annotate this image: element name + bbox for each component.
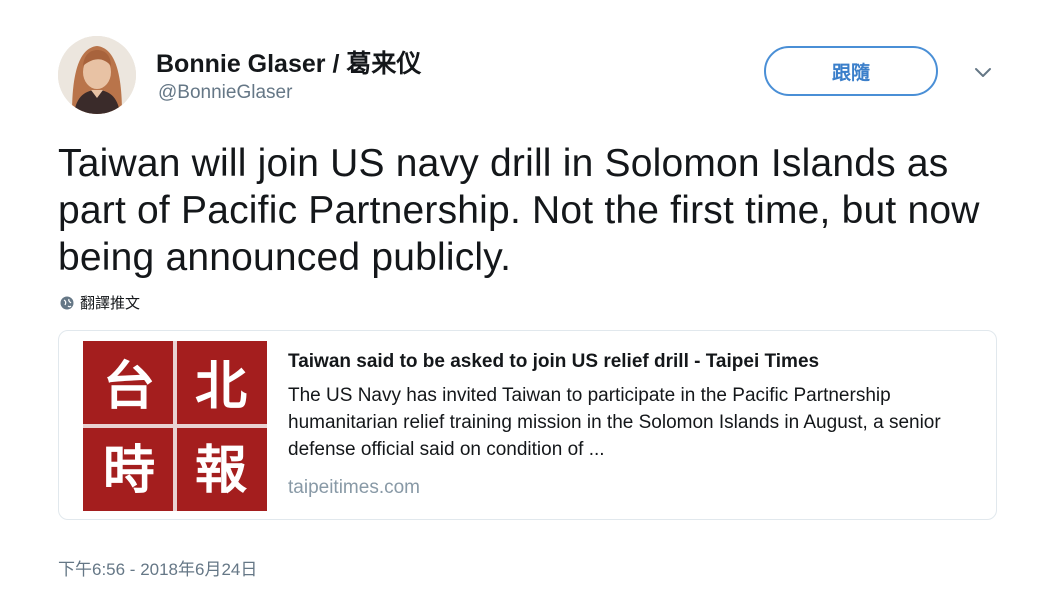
- avatar-portrait: [58, 36, 136, 114]
- user-handle[interactable]: @BonnieGlaser: [158, 82, 292, 104]
- follow-button[interactable]: 跟隨: [764, 46, 938, 96]
- link-preview-card[interactable]: 台 北 時 報 Taiwan said to be asked to join …: [58, 330, 997, 520]
- timestamp[interactable]: 下午6:56 - 2018年6月24日: [58, 555, 257, 580]
- card-char-3: 時: [103, 441, 155, 501]
- avatar[interactable]: [58, 36, 136, 114]
- card-description: The US Navy has invited Taiwan to partic…: [288, 385, 941, 460]
- globe-icon: [60, 296, 74, 309]
- card-char-4: 報: [195, 441, 247, 501]
- tweet-text: Taiwan will join US navy drill in Solomo…: [58, 142, 980, 279]
- card-char-2: 北: [195, 357, 247, 417]
- card-domain: taipeitimes.com: [288, 477, 420, 498]
- tweet: Bonnie Glaser / 葛来仪 @BonnieGlaser 跟隨 Tai…: [0, 0, 1060, 596]
- card-thumbnail: 台 北 時 報: [83, 341, 267, 511]
- card-char-1: 台: [103, 357, 155, 417]
- card-title[interactable]: Taiwan said to be asked to join US relie…: [288, 351, 819, 373]
- chevron-down-icon[interactable]: [970, 62, 996, 84]
- display-name[interactable]: Bonnie Glaser / 葛来仪: [156, 44, 421, 80]
- translate-label: 翻譯推文: [80, 295, 141, 312]
- translate-tweet-link[interactable]: 翻譯推文: [60, 292, 140, 313]
